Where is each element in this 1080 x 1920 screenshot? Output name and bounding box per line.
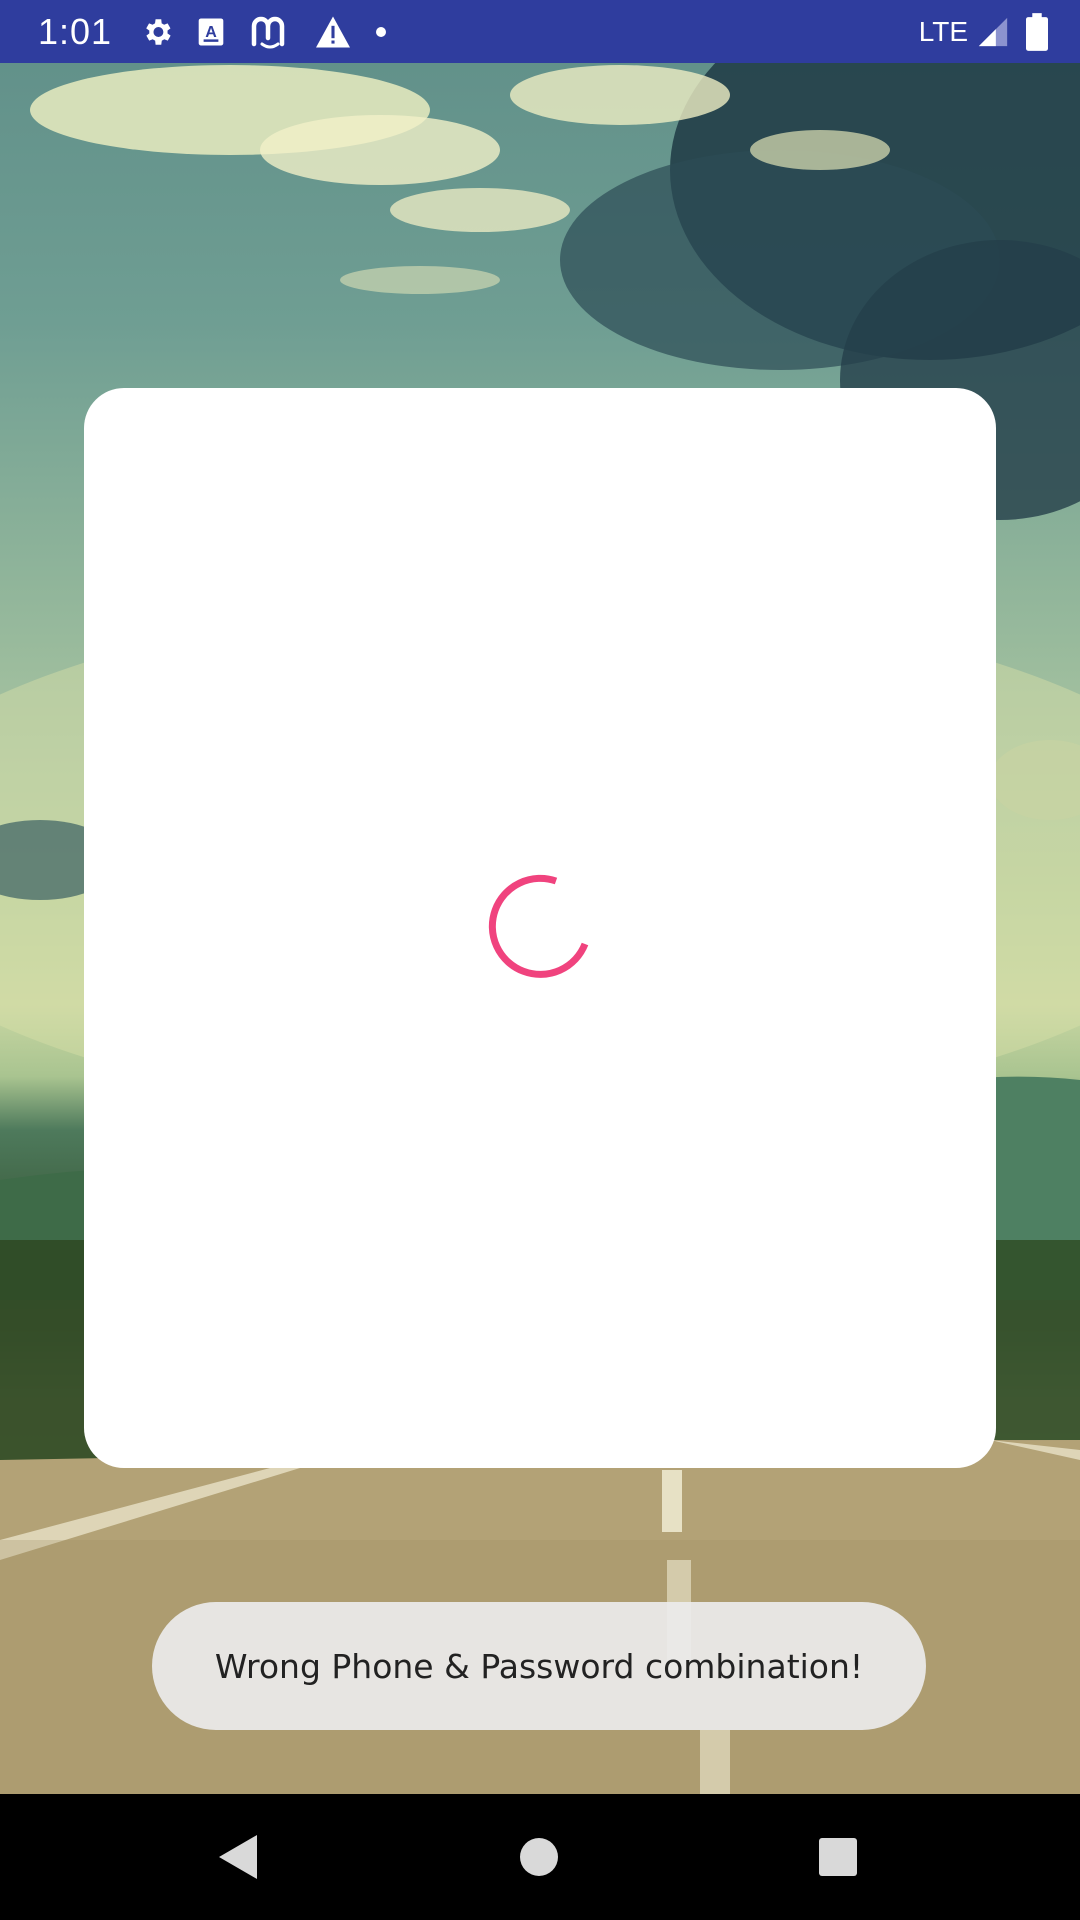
font-a-icon: A: [196, 16, 226, 48]
toast: Wrong Phone & Password combination!: [152, 1602, 926, 1730]
loading-dialog: [84, 388, 996, 1468]
status-time: 1:01: [38, 10, 113, 52]
status-bar: 1:01 A LTE: [0, 0, 1080, 63]
signal-icon: [976, 15, 1010, 49]
notification-icons: A: [140, 14, 388, 50]
home-icon[interactable]: [519, 1837, 559, 1877]
system-icons: LTE: [918, 12, 1048, 51]
back-icon[interactable]: [217, 1833, 261, 1881]
dot-icon: [374, 25, 388, 39]
recents-icon[interactable]: [818, 1837, 858, 1877]
svg-text:A: A: [205, 23, 217, 40]
battery-icon: [1026, 12, 1048, 51]
network-type-label: LTE: [918, 15, 968, 47]
gear-icon: [140, 15, 174, 49]
navigation-bar: [0, 1794, 1080, 1920]
loading-spinner: [488, 874, 589, 978]
screen: 1:01 A LTE Wrong Phone & Password combin…: [0, 0, 1080, 1920]
app-m-icon: [248, 14, 292, 50]
toast-message: Wrong Phone & Password combination!: [214, 1646, 864, 1686]
warning-icon: [314, 15, 352, 49]
